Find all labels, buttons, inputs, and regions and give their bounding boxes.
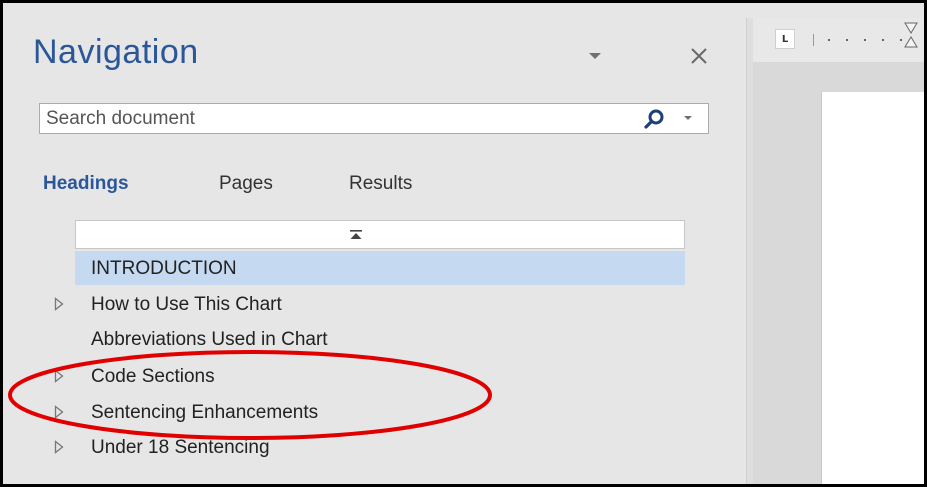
pane-options-chevron-down-icon[interactable] [589, 53, 601, 59]
expand-triangle-icon[interactable] [54, 405, 64, 419]
search-box [39, 103, 709, 134]
tab-headings[interactable]: Headings [43, 173, 129, 195]
close-pane-button[interactable] [689, 46, 709, 66]
heading-label: Under 18 Sentencing [91, 437, 270, 458]
heading-item-abbreviations[interactable]: Abbreviations Used in Chart [75, 322, 685, 356]
tab-selector[interactable]: L [775, 29, 795, 49]
search-input[interactable] [40, 104, 620, 133]
heading-item-under-18[interactable]: Under 18 Sentencing [54, 430, 685, 464]
headings-tree: INTRODUCTION How to Use This Chart Abbre… [54, 220, 685, 470]
tab-pages[interactable]: Pages [219, 173, 273, 195]
heading-item-how-to-use[interactable]: How to Use This Chart [54, 287, 685, 321]
tab-results[interactable]: Results [349, 173, 412, 195]
expand-triangle-icon[interactable] [54, 440, 64, 454]
search-options-chevron-down-icon[interactable] [684, 116, 692, 120]
heading-item-code-sections[interactable]: Code Sections [54, 359, 685, 393]
heading-label: INTRODUCTION [91, 258, 237, 279]
pane-title: Navigation [33, 33, 199, 71]
expand-triangle-icon[interactable] [54, 369, 64, 383]
heading-label: Abbreviations Used in Chart [91, 329, 328, 350]
close-icon [691, 48, 707, 64]
heading-label: How to Use This Chart [91, 294, 282, 315]
collapse-all-icon [350, 230, 362, 239]
search-icon [644, 109, 664, 129]
ruler: L [753, 18, 924, 62]
heading-item-introduction[interactable]: INTRODUCTION [75, 251, 685, 285]
collapse-all-button[interactable] [349, 228, 363, 242]
heading-item-sentencing-enhancements[interactable]: Sentencing Enhancements [54, 395, 685, 429]
tree-header [75, 220, 685, 249]
heading-label: Code Sections [91, 366, 215, 387]
window-frame: Navigation Headings Pages Results [0, 0, 927, 487]
document-page[interactable] [821, 92, 924, 484]
search-button[interactable] [643, 108, 665, 130]
pane-splitter[interactable] [746, 18, 753, 484]
indent-marker-icon[interactable] [903, 21, 919, 51]
document-area: L [753, 18, 924, 484]
expand-triangle-icon[interactable] [54, 297, 64, 311]
heading-label: Sentencing Enhancements [91, 402, 319, 423]
